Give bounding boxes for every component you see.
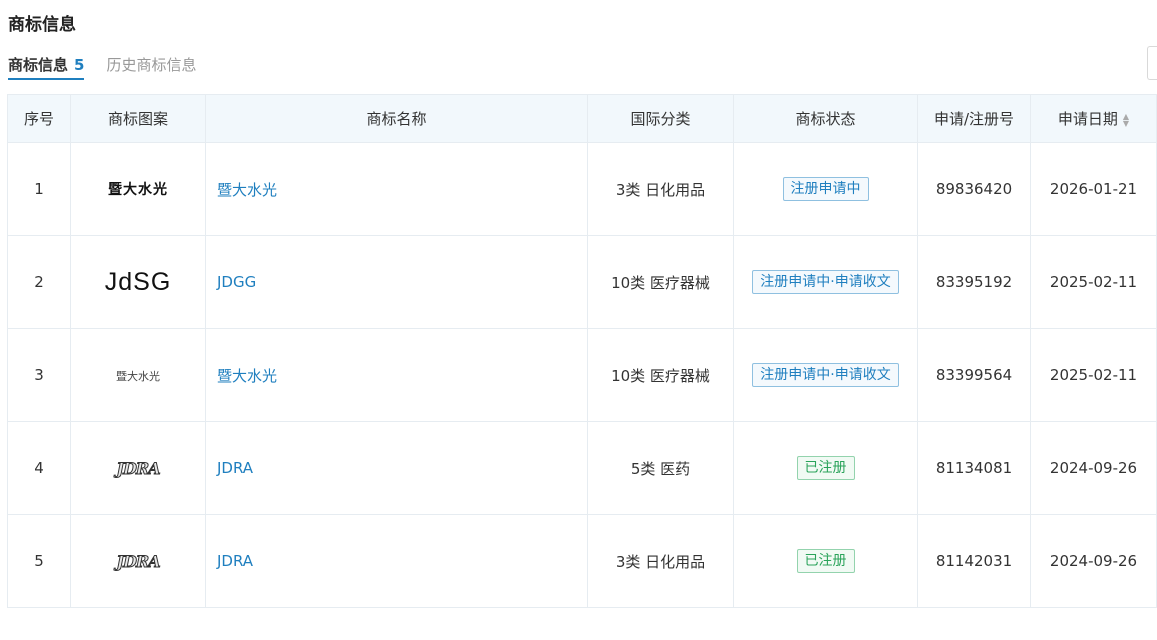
trademark-logo-image[interactable]: 暨大水光 (70, 328, 206, 422)
intl-class: 3类 日化用品 (587, 514, 734, 608)
reg-number: 83395192 (917, 235, 1031, 329)
header-date[interactable]: 申请日期 ▲ ▼ (1030, 94, 1157, 143)
table-row: 3 暨大水光 暨大水光 10类 医疗器械 注册申请中·申请收文 83399564… (7, 328, 1157, 422)
header-logo: 商标图案 (70, 94, 206, 143)
trademark-logo-image[interactable]: 暨大水光 (70, 142, 206, 236)
trademark-logo-image[interactable]: JdSG (70, 235, 206, 329)
sort-caret-icon[interactable]: ▲ ▼ (1123, 112, 1129, 127)
header-status: 商标状态 (733, 94, 918, 143)
apply-date: 2024-09-26 (1030, 421, 1157, 515)
status-badge: 已注册 (796, 549, 855, 573)
header-class: 国际分类 (587, 94, 734, 143)
status-cell: 注册申请中·申请收文 (733, 328, 918, 422)
reg-number: 81134081 (917, 421, 1031, 515)
status-badge: 注册申请中·申请收文 (752, 363, 899, 387)
tab-label: 历史商标信息 (106, 56, 197, 74)
trademark-name-link[interactable]: 暨大水光 (205, 142, 588, 236)
apply-date: 2025-02-11 (1030, 328, 1157, 422)
header-date-label: 申请日期 (1057, 110, 1118, 128)
apply-date: 2026-01-21 (1030, 142, 1157, 236)
trademark-logo-image[interactable]: JDRA (70, 421, 206, 515)
trademark-logo-text: JDRA (116, 551, 161, 571)
status-cell: 注册申请中 (733, 142, 918, 236)
trademark-logo-image[interactable]: JDRA (70, 514, 206, 608)
intl-class: 10类 医疗器械 (587, 328, 734, 422)
section-title: 商标信息 (8, 15, 76, 35)
status-cell: 已注册 (733, 421, 918, 515)
reg-number: 89836420 (917, 142, 1031, 236)
header-reg-no: 申请/注册号 (917, 94, 1031, 143)
status-badge: 注册申请中·申请收文 (752, 270, 899, 294)
trademark-table: 序号 商标图案 商标名称 国际分类 商标状态 申请/注册号 申请日期 ▲ ▼ 1 暨… (7, 94, 1157, 608)
status-cell: 注册申请中·申请收文 (733, 235, 918, 329)
row-index: 3 (7, 328, 71, 422)
table-row: 1 暨大水光 暨大水光 3类 日化用品 注册申请中 89836420 2026-… (7, 142, 1157, 236)
reg-number: 83399564 (917, 328, 1031, 422)
trademark-logo-text: 暨大水光 (116, 370, 160, 383)
tab-label: 商标信息 (8, 56, 69, 74)
apply-date: 2024-09-26 (1030, 514, 1157, 608)
intl-class: 5类 医药 (587, 421, 734, 515)
table-row: 4 JDRA JDRA 5类 医药 已注册 81134081 2024-09-2… (7, 421, 1157, 515)
status-cell: 已注册 (733, 514, 918, 608)
status-badge: 注册申请中 (782, 177, 869, 201)
trademark-logo-text: 暨大水光 (108, 182, 168, 198)
header-name: 商标名称 (205, 94, 588, 143)
table-header-row: 序号 商标图案 商标名称 国际分类 商标状态 申请/注册号 申请日期 ▲ ▼ (7, 94, 1157, 143)
intl-class: 10类 医疗器械 (587, 235, 734, 329)
trademark-name-link[interactable]: 暨大水光 (205, 328, 588, 422)
row-index: 2 (7, 235, 71, 329)
trademark-logo-text: JDRA (116, 458, 161, 478)
trademark-logo-text: JdSG (104, 267, 172, 296)
trademark-name-link[interactable]: JDRA (205, 514, 588, 608)
row-index: 4 (7, 421, 71, 515)
status-badge: 已注册 (796, 456, 855, 480)
reg-number: 81142031 (917, 514, 1031, 608)
tab-count-badge: 5 (74, 56, 85, 74)
trademark-name-link[interactable]: JDRA (205, 421, 588, 515)
trademark-name-link[interactable]: JDGG (205, 235, 588, 329)
row-index: 1 (7, 142, 71, 236)
tab-history-trademark-info[interactable]: 历史商标信息 (106, 54, 196, 84)
row-index: 5 (7, 514, 71, 608)
table-row: 5 JDRA JDRA 3类 日化用品 已注册 81142031 2024-09… (7, 514, 1157, 608)
header-index: 序号 (7, 94, 71, 143)
tab-trademark-info[interactable]: 商标信息 5 (8, 54, 85, 84)
tab-bar: 商标信息 5 历史商标信息 (8, 54, 218, 84)
table-row: 2 JdSG JDGG 10类 医疗器械 注册申请中·申请收文 83395192… (7, 235, 1157, 329)
apply-date: 2025-02-11 (1030, 235, 1157, 329)
intl-class: 3类 日化用品 (587, 142, 734, 236)
export-button[interactable] (1147, 46, 1157, 80)
